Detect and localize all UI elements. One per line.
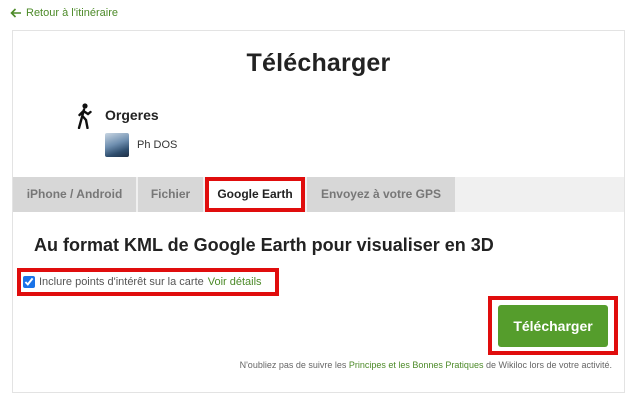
back-link-label: Retour à l'itinéraire	[26, 7, 118, 19]
page-title: Télécharger	[246, 49, 391, 77]
avatar	[105, 133, 129, 157]
guidelines-note: N'oubliez pas de suivre les Principes et…	[240, 360, 612, 370]
back-to-itinerary-link[interactable]: Retour à l'itinéraire	[10, 7, 118, 19]
poi-label: Inclure points d'intérêt sur la carte	[39, 276, 204, 288]
hiking-icon	[77, 103, 92, 129]
track-name[interactable]: Orgeres	[105, 107, 159, 123]
arrow-left-icon	[10, 8, 21, 18]
view-details-link[interactable]: Voir détails	[208, 276, 262, 288]
tab-google-earth[interactable]: Google Earth	[205, 177, 305, 212]
note-prefix: N'oubliez pas de suivre les	[239, 360, 349, 370]
note-suffix: de Wikiloc lors de votre activité.	[483, 360, 612, 370]
download-button-frame: Télécharger	[488, 296, 618, 355]
tab-iphone-android[interactable]: iPhone / Android	[13, 177, 136, 212]
download-card: Télécharger Orgeres Ph DOS iPhone / Andr…	[12, 30, 625, 393]
author-info[interactable]: Ph DOS	[105, 133, 177, 157]
tab-file[interactable]: Fichier	[138, 177, 203, 212]
guidelines-link[interactable]: Principes et les Bonnes Pratiques	[349, 360, 484, 370]
download-button[interactable]: Télécharger	[498, 305, 608, 347]
poi-checkbox[interactable]	[23, 276, 35, 288]
author-name: Ph DOS	[137, 139, 178, 151]
format-heading: Au format KML de Google Earth pour visua…	[34, 235, 494, 255]
poi-option: Inclure points d'intérêt sur la carte Vo…	[17, 268, 279, 296]
tab-send-to-gps[interactable]: Envoyez à votre GPS	[307, 177, 455, 212]
